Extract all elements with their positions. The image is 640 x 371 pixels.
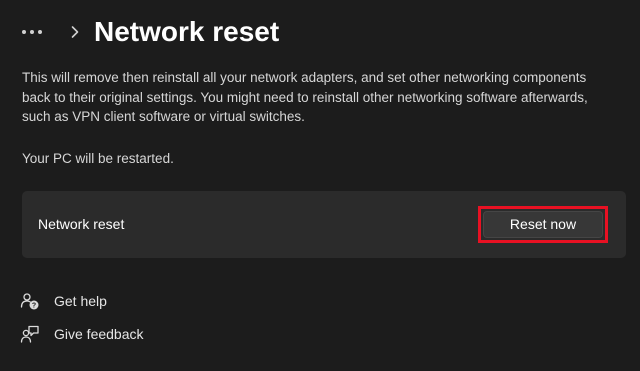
- reset-now-button[interactable]: Reset now: [483, 211, 603, 238]
- help-icon: ?: [20, 291, 40, 311]
- chevron-right-icon: [70, 25, 80, 39]
- get-help-label: Get help: [54, 293, 107, 309]
- more-horizontal-icon[interactable]: [22, 22, 48, 42]
- settings-page: Network reset This will remove then rein…: [0, 0, 640, 371]
- network-reset-card: Network reset Reset now: [22, 191, 626, 258]
- svg-text:?: ?: [32, 303, 36, 310]
- page-title: Network reset: [94, 16, 280, 47]
- give-feedback-link[interactable]: Give feedback: [20, 323, 144, 345]
- get-help-link[interactable]: ? Get help: [20, 290, 144, 312]
- card-label: Network reset: [38, 216, 125, 232]
- breadcrumb: Network reset: [22, 12, 279, 52]
- restart-note: Your PC will be restarted.: [22, 151, 174, 166]
- feedback-icon: [20, 324, 40, 344]
- description-text: This will remove then reinstall all your…: [22, 70, 588, 124]
- help-links: ? Get help Give feedback: [20, 290, 144, 356]
- give-feedback-label: Give feedback: [54, 326, 144, 342]
